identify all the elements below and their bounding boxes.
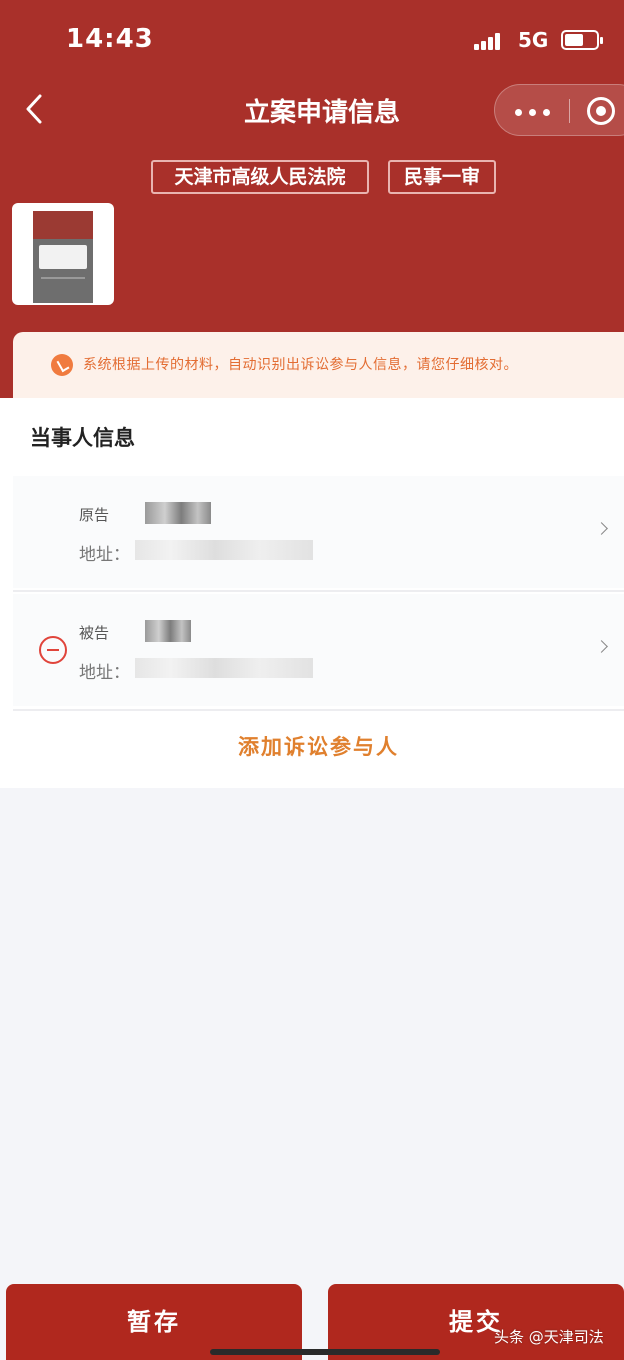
court-tag: 天津市高级人民法院 <box>151 160 369 194</box>
party-card-defendant[interactable]: 被告 地址： <box>13 594 624 706</box>
redacted-name <box>145 620 191 642</box>
redacted-address <box>135 658 313 678</box>
notice-icon <box>51 354 73 376</box>
section-title: 当事人信息 <box>30 426 135 450</box>
status-time: 14:43 <box>66 24 154 54</box>
address-label: 地址： <box>79 545 130 565</box>
party-card-plaintiff[interactable]: 原告 地址： <box>13 476 624 588</box>
redacted-address <box>135 540 313 560</box>
network-type: 5G <box>518 28 549 52</box>
address-label: 地址： <box>79 663 130 683</box>
chevron-right-icon <box>595 522 608 535</box>
party-role: 被告 <box>79 624 110 642</box>
chevron-right-icon <box>595 640 608 653</box>
uploaded-material-thumbnail[interactable] <box>12 203 114 305</box>
close-miniprogram-icon[interactable] <box>587 97 615 125</box>
navigation-bar: 立案申请信息 <box>0 80 624 140</box>
thumbnail-image <box>33 211 93 303</box>
party-info-section: 当事人信息 原告 地址： 被告 地址： 添加诉讼参与人 <box>0 398 624 788</box>
capsule-divider <box>569 99 570 123</box>
case-tags: 天津市高级人民法院 民事一审 <box>0 160 624 194</box>
signal-icon <box>474 32 504 50</box>
bottom-action-bar: 暂存 提交 <box>0 1280 624 1360</box>
remove-party-icon[interactable] <box>39 636 67 664</box>
add-participant-button[interactable]: 添加诉讼参与人 <box>13 711 624 783</box>
status-bar: 14:43 5G <box>0 0 624 80</box>
notice-banner: 系统根据上传的材料，自动识别出诉讼参与人信息，请您仔细核对。 <box>13 332 624 398</box>
more-icon[interactable] <box>515 109 551 117</box>
case-type-tag: 民事一审 <box>388 160 496 194</box>
party-role: 原告 <box>79 506 110 524</box>
home-indicator[interactable] <box>210 1349 440 1355</box>
miniprogram-capsule <box>494 84 624 136</box>
divider <box>13 590 624 592</box>
battery-icon <box>561 30 603 50</box>
notice-text: 系统根据上传的材料，自动识别出诉讼参与人信息，请您仔细核对。 <box>83 357 518 373</box>
redacted-name <box>145 502 211 524</box>
watermark: 头条 @天津司法 <box>494 1328 604 1346</box>
